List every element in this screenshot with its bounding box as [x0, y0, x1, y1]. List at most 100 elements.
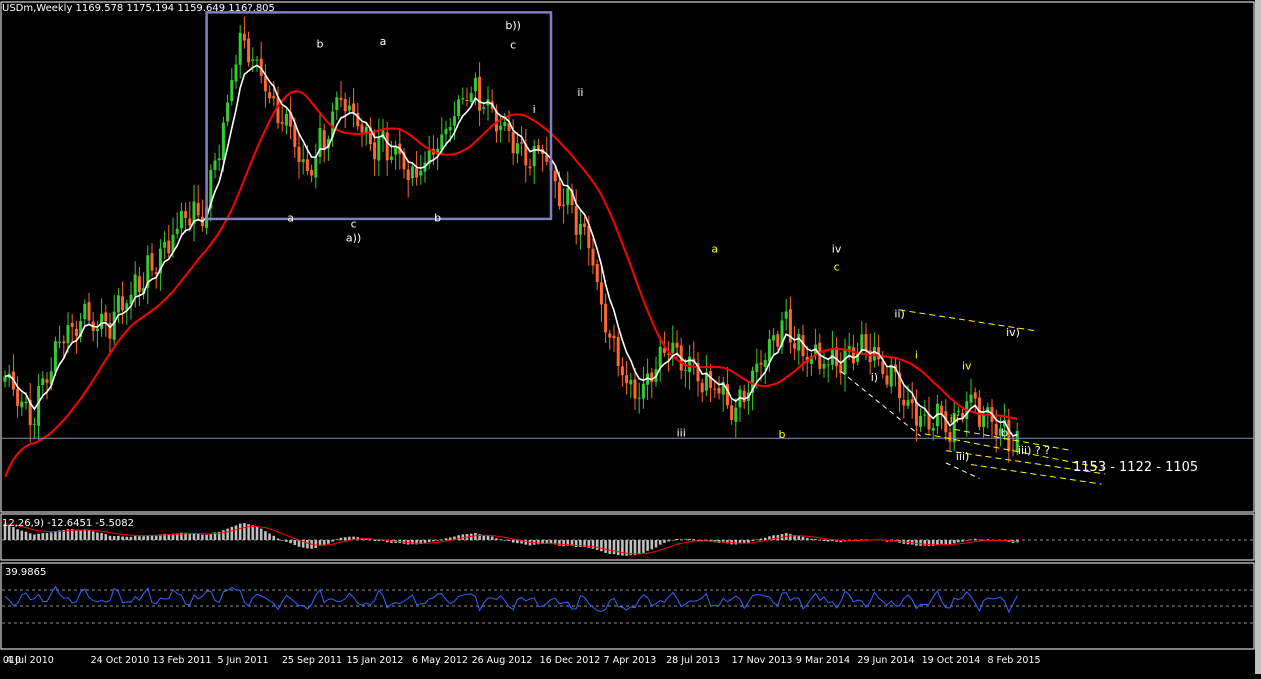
macd-bar: [944, 540, 948, 545]
candle-body: [835, 347, 839, 367]
candle-body: [276, 97, 280, 124]
candle-body: [860, 334, 864, 350]
macd-bar: [595, 540, 599, 550]
rsi-label: 39.9865: [5, 567, 46, 578]
wave-label: iii: [677, 427, 686, 440]
time-axis-label: 5 Jun 2011: [217, 655, 268, 666]
candle-body: [511, 132, 515, 154]
macd-bar: [961, 540, 964, 542]
time-axis-label: 6 May 2012: [412, 655, 468, 666]
macd-bar: [503, 540, 507, 541]
candle-body: [154, 272, 158, 274]
candle-body: [347, 105, 351, 111]
candle-body: [448, 126, 452, 131]
candle-body: [793, 343, 797, 349]
macd-bar: [482, 535, 486, 540]
candle-body: [188, 218, 192, 226]
candle-body: [360, 124, 364, 133]
macd-bar: [826, 540, 830, 542]
wave-label: b: [434, 212, 441, 225]
candle-body: [213, 160, 217, 170]
chart-window: b a b)) c ii i a c a)) b iii iv i) ii) iv) iii) b iii) ? …: [0, 0, 1261, 674]
macd-bar: [268, 533, 271, 540]
candle-body: [608, 333, 612, 338]
candle-body: [562, 204, 566, 206]
candle-body: [931, 428, 935, 431]
macd-bar: [37, 533, 40, 540]
candle-body: [881, 361, 885, 375]
macd-bar: [201, 534, 204, 540]
macd-bar: [327, 540, 330, 544]
macd-bar: [969, 539, 973, 541]
candle-body: [385, 132, 389, 161]
macd-bar: [511, 540, 515, 543]
candle-body: [415, 167, 419, 178]
wave-label: iv: [962, 360, 972, 373]
candle-body: [910, 399, 914, 403]
candle-body: [919, 415, 923, 427]
candle-body: [599, 282, 603, 305]
macd-bar: [495, 538, 498, 540]
candle-body: [797, 333, 801, 351]
macd-bar: [75, 529, 78, 540]
time-axis-label: 24 Oct 2010: [91, 655, 150, 666]
candle-body: [826, 364, 830, 366]
candle-body: [604, 303, 608, 333]
macd-bar: [49, 532, 53, 540]
candle-body: [196, 203, 200, 216]
candle-body: [528, 166, 532, 169]
macd-bar: [616, 540, 620, 556]
wave-label: ii: [577, 86, 583, 99]
wave-label: b: [317, 38, 324, 51]
candle-body: [994, 423, 998, 436]
macd-bar: [335, 539, 339, 540]
wave-label: a: [711, 242, 718, 255]
candle-body: [255, 59, 259, 61]
macd-bar: [100, 533, 103, 540]
wave-label: b: [1001, 427, 1008, 440]
wave-label: i: [915, 348, 918, 361]
candle-body: [339, 97, 343, 100]
candle-body: [969, 394, 973, 403]
candle-body: [906, 400, 910, 406]
macd-bar: [104, 534, 108, 540]
candle-body: [221, 122, 225, 161]
macd-bar: [688, 539, 691, 540]
macd-bar: [507, 540, 511, 541]
time-axis-label: 8 Feb 2015: [987, 655, 1040, 666]
wave-label: c: [510, 39, 516, 52]
macd-bar: [255, 526, 259, 540]
candle-body: [452, 116, 456, 126]
candle-body: [3, 376, 7, 382]
macd-bar: [562, 540, 565, 547]
time-axis-label: 29 Jun 2014: [857, 655, 914, 666]
macd-bar: [763, 537, 767, 540]
macd-bar: [133, 535, 137, 540]
macd-bar: [251, 525, 255, 540]
time-axis-label: 9 Mar 2014: [796, 655, 850, 666]
macd-bar: [637, 540, 641, 555]
candle-body: [373, 142, 377, 160]
macd-bar: [423, 540, 427, 544]
macd-bar: [818, 540, 822, 541]
candle-body: [650, 372, 654, 383]
candle-body: [578, 223, 582, 235]
macd-bar: [348, 536, 351, 540]
time-axis-label: 4 Jul 2010: [6, 655, 54, 666]
macd-bar: [96, 532, 99, 540]
candle-body: [322, 130, 326, 151]
macd-bar: [129, 536, 133, 540]
macd-bar: [667, 540, 670, 542]
macd-bar: [814, 539, 817, 540]
wave-label: ii): [894, 308, 904, 321]
price-chart[interactable]: b ab))ciiia ca))biiiivi)ii)iv)iii)biii) ? …: [0, 0, 1261, 674]
candle-body: [226, 102, 230, 122]
wave-label: b)): [505, 19, 521, 32]
candle-body: [444, 128, 448, 135]
candle-body: [641, 383, 645, 399]
candle-body: [104, 312, 108, 322]
candle-body: [536, 145, 540, 150]
macd-bar: [33, 534, 36, 540]
macd-label: 12,26,9) -12.6451 -5.5082: [2, 518, 134, 529]
wave-label: iv: [832, 242, 842, 255]
